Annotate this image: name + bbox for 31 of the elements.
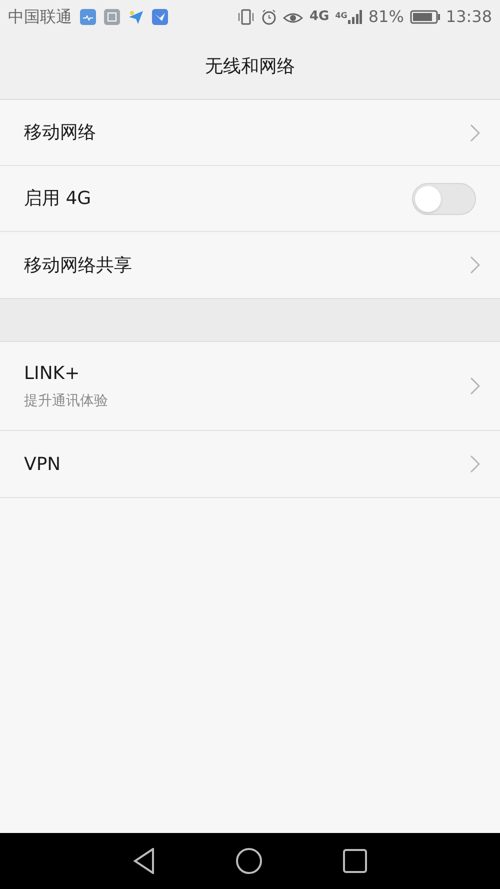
chevron-right-icon <box>470 256 480 274</box>
toggle-switch[interactable] <box>412 182 476 214</box>
plane-app-icon <box>128 8 144 24</box>
alarm-icon <box>261 8 278 24</box>
network-type: 4G <box>309 8 330 26</box>
chevron-right-icon <box>470 124 480 142</box>
heart-app-icon <box>80 8 96 24</box>
signal-icon <box>348 10 362 24</box>
settings-row[interactable]: VPN <box>0 431 500 497</box>
clock: 13:38 <box>446 6 492 28</box>
page-title: 无线和网络 <box>205 54 295 78</box>
battery-percent: 81% <box>368 6 404 28</box>
row-label: 启用 4G <box>24 187 92 211</box>
settings-row[interactable]: 移动网络 <box>0 100 500 166</box>
back-icon[interactable] <box>133 848 155 874</box>
row-subtitle: 提升通讯体验 <box>24 392 108 411</box>
signal-label: 4G <box>335 10 348 22</box>
row-label: LINK+ <box>24 362 81 386</box>
home-icon[interactable] <box>235 847 263 875</box>
settings-row[interactable]: 移动网络共享 <box>0 232 500 298</box>
chevron-right-icon <box>470 377 480 395</box>
row-label: 移动网络 <box>24 121 96 145</box>
vibrate-icon <box>237 8 256 24</box>
row-label: 移动网络共享 <box>24 254 132 278</box>
battery-icon <box>410 10 440 24</box>
chevron-right-icon <box>470 455 480 473</box>
recents-icon[interactable] <box>343 849 367 873</box>
settings-row[interactable]: 启用 4G <box>0 166 500 232</box>
carrier-name: 中国联通 <box>8 6 72 28</box>
settings-row[interactable]: LINK+ 提升通讯体验 <box>0 342 500 431</box>
row-label: VPN <box>24 452 61 476</box>
